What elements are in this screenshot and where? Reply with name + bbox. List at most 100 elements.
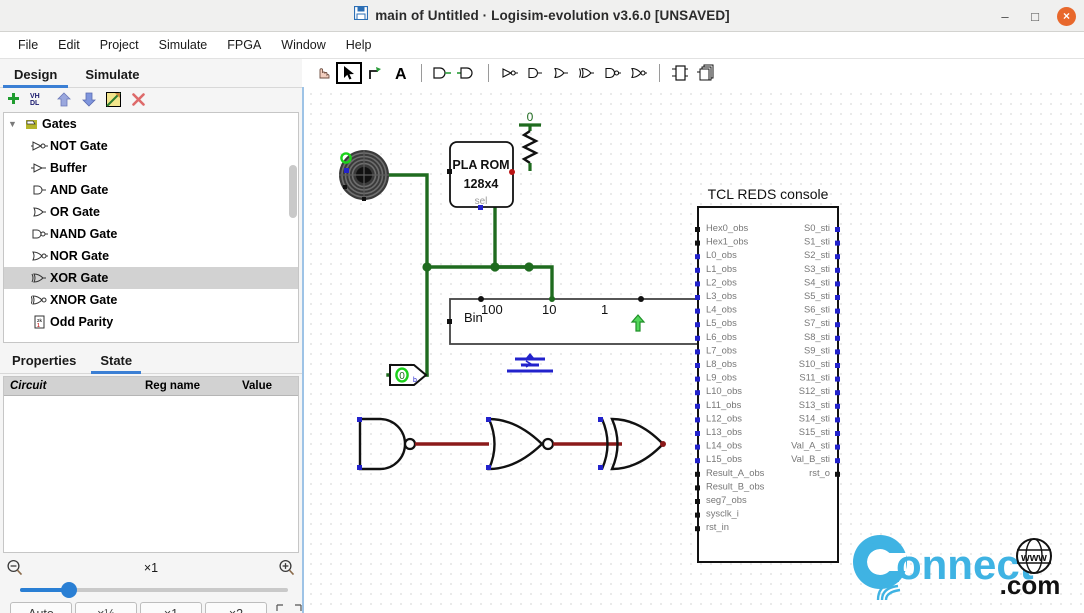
nand-gate-component [357,417,417,471]
zoom-1x-button[interactable]: ×1 [140,602,202,613]
junction-dot [490,262,500,272]
connect-logo-text: onnect www .com [853,535,1061,601]
close-button[interactable]: × [1057,6,1076,26]
tcl-pin-label: S0_sti [804,222,830,233]
title-bar: main of Untitled · Logisim-evolution v3.… [0,0,1084,32]
zoom-out-icon[interactable] [6,559,24,577]
gate-output-pin [660,441,666,447]
tcl-pin-label: L2_obs [706,276,737,287]
menu-file[interactable]: File [8,35,48,55]
move-down-icon[interactable] [80,91,97,108]
menu-edit[interactable]: Edit [48,35,90,55]
tcl-pin-label: S4_sti [804,276,830,287]
poke-tool-icon[interactable] [310,62,336,84]
or-gate-icon [30,206,50,218]
nor-gate-icon [30,250,50,262]
tcl-pin-marker [835,349,840,355]
wiring-tool-icon[interactable] [362,62,388,84]
circuit-canvas[interactable]: PLA ROM 128x4 sel 0 Bin 100 10 1 0 b TCL… [302,87,1084,613]
tcl-pin-marker [835,417,840,423]
nor-gate-component [486,417,555,471]
and-gate-tool-icon[interactable] [429,62,455,84]
tab-simulate[interactable]: Simulate [71,63,153,87]
nand-gate-tool-icon[interactable] [600,62,626,84]
tcl-pin-marker [835,308,840,314]
tree-item-xor-gate[interactable]: XOR Gate [4,267,298,289]
tree-item-odd-parity[interactable]: 2k 1 Odd Parity [4,311,298,333]
pla-rom-input-pin [447,169,452,174]
text-tool-icon[interactable]: A [388,62,414,84]
tcl-pin-marker [835,295,840,300]
flipflop-tool-icon[interactable] [667,62,693,84]
zoom-half-button[interactable]: ×½ [75,602,137,613]
panel-resize-grip[interactable] [274,602,304,613]
tree-node-gates[interactable]: ▼ Gates [4,113,298,135]
not-gate-icon [30,140,50,152]
buzzer-pin [344,168,349,173]
register-tool-icon[interactable] [693,62,719,84]
tree-item-not-gate[interactable]: NOT Gate [4,135,298,157]
edit-icon[interactable] [105,91,122,108]
move-up-icon[interactable] [55,91,72,108]
not-gate-tool-icon[interactable] [496,62,522,84]
menu-fpga[interactable]: FPGA [217,35,271,55]
delete-icon[interactable] [130,91,147,108]
tcl-pin-label: L15_obs [706,453,742,464]
tcl-pin-marker [695,267,700,273]
menu-simulate[interactable]: Simulate [149,35,218,55]
tree-scrollbar[interactable] [289,165,297,218]
tcl-pin-marker [695,281,700,287]
tab-state[interactable]: State [88,349,144,374]
minimize-button[interactable]: – [997,8,1013,24]
vhdl-icon[interactable]: VH DL [30,91,47,108]
menu-project[interactable]: Project [90,35,149,55]
chevron-down-icon[interactable]: ▼ [8,119,22,129]
component-tree[interactable]: ▼ Gates NOT Gate Buffer AND Gate OR Gate… [3,112,299,343]
add-circuit-icon[interactable] [5,91,22,108]
zoom-slider-handle[interactable] [61,582,77,598]
tree-item-buffer[interactable]: Buffer [4,157,298,179]
tab-properties[interactable]: Properties [0,349,88,373]
tree-item-and-gate[interactable]: AND Gate [4,179,298,201]
tree-item-nor-gate[interactable]: NOR Gate [4,245,298,267]
dipswitch-top-pin [478,296,484,302]
pla-rom-title: PLA ROM [452,158,509,172]
zoom-2x-button[interactable]: ×2 [205,602,267,613]
maximize-button[interactable]: □ [1027,8,1043,24]
zoom-slider[interactable] [20,582,288,598]
xor-gate-tool-icon[interactable] [574,62,600,84]
tree-item-label: Odd Parity [50,315,114,329]
pla-rom-size: 128x4 [464,177,499,191]
zoom-in-icon[interactable] [278,559,296,577]
and-gate2-tool-icon[interactable] [522,62,548,84]
tree-item-nand-gate[interactable]: NAND Gate [4,223,298,245]
select-tool-icon[interactable] [336,62,362,84]
xor-gate-component [598,417,666,471]
menu-bar: File Edit Project Simulate FPGA Window H… [0,32,1084,59]
tcl-pin-label: L9_obs [706,372,737,383]
tcl-pin-label: Val_B_sti [791,453,830,464]
or-gate2-tool-icon[interactable] [548,62,574,84]
or-gate-tool-icon[interactable] [455,62,481,84]
dipswitch-top-pin [549,296,555,302]
tree-item-xnor-gate[interactable]: XNOR Gate [4,289,298,311]
tcl-pin-marker [835,240,840,246]
zoom-preset-buttons: Auto ×½ ×1 ×2 [10,602,302,613]
tcl-pin-marker [695,322,700,328]
resistor-component: 0 [519,110,541,171]
tcl-pin-label: L6_obs [706,331,737,342]
tab-design[interactable]: Design [0,63,71,88]
state-table: Circuit Reg name Value [3,376,299,553]
tree-item-or-gate[interactable]: OR Gate [4,201,298,223]
logo-suffix: .com [1000,570,1061,600]
zoom-auto-button[interactable]: Auto [10,602,72,613]
menu-help[interactable]: Help [336,35,382,55]
tcl-pin-marker [835,444,840,450]
menu-window[interactable]: Window [271,35,335,55]
state-table-body [4,396,298,552]
canvas-toolbar: A [302,59,1084,87]
nor-gate-tool-icon[interactable] [626,62,652,84]
toolbar-separator [488,64,489,82]
xor-gate-icon [30,272,50,284]
tcl-pin-marker [695,512,700,518]
